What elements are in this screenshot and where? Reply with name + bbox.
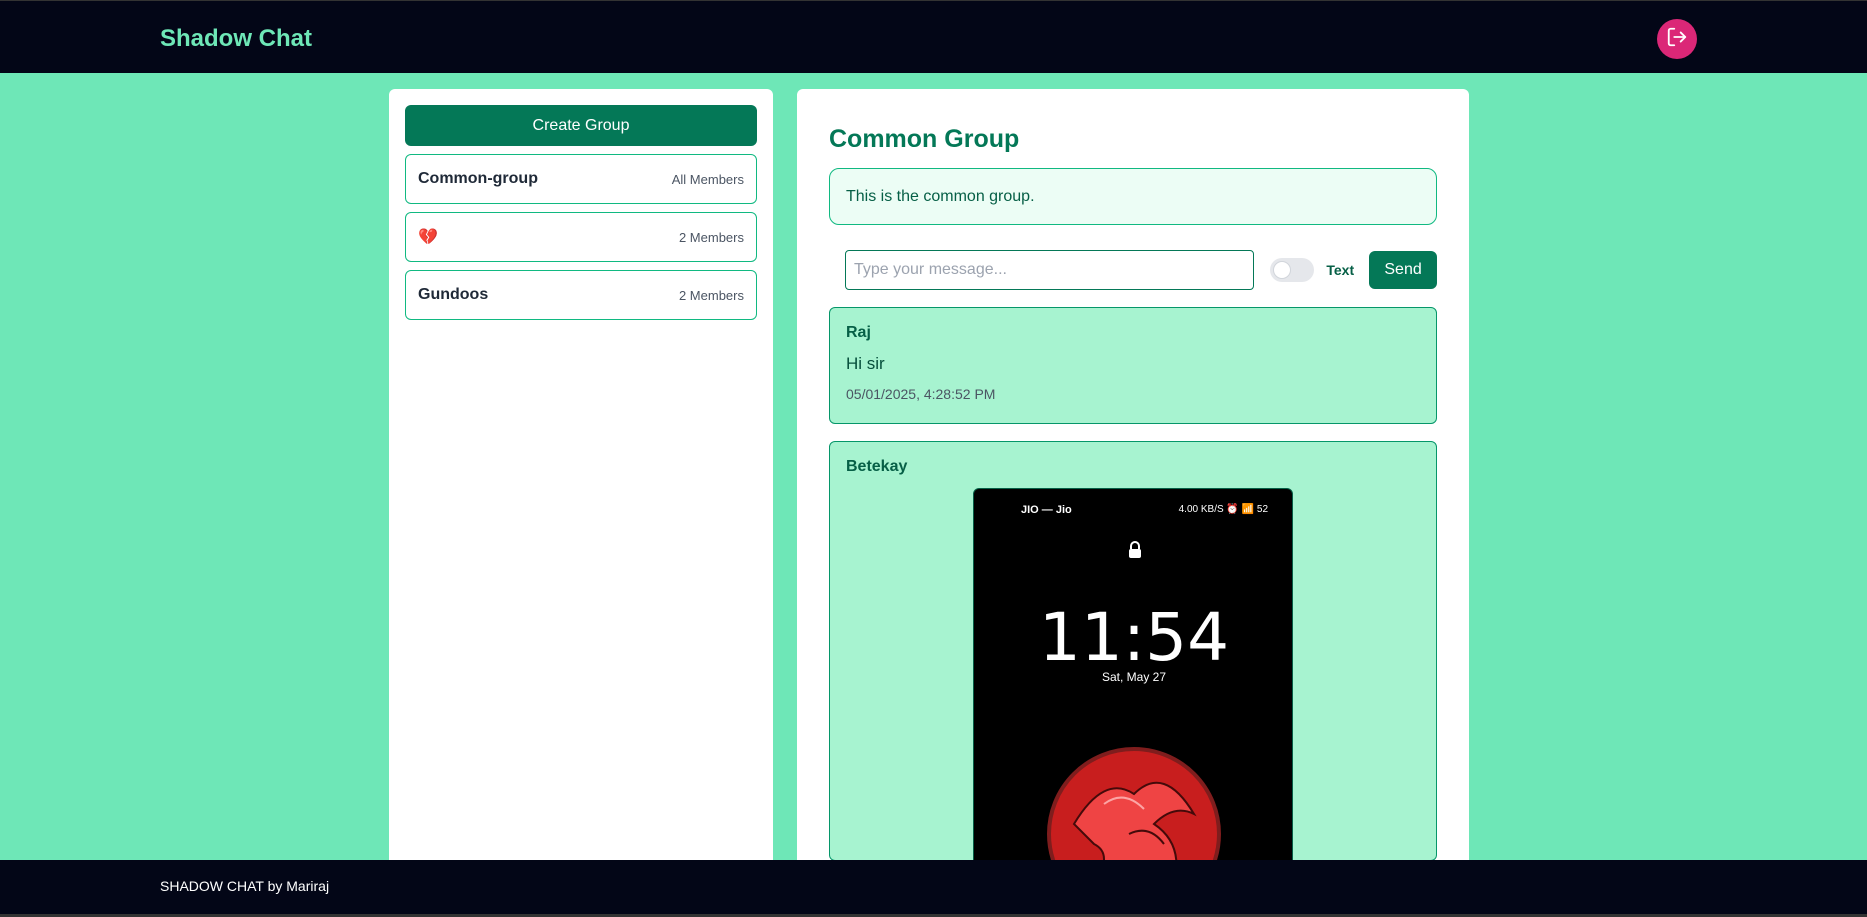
message-item: Betekay JIO — Jio 4.00 KB/S ⏰ 📶 52 11:54… [829, 441, 1437, 860]
message-image[interactable]: JIO — Jio 4.00 KB/S ⏰ 📶 52 11:54 Sat, Ma… [973, 488, 1293, 860]
dragon-sigil-image [1034, 734, 1234, 860]
phone-clock: 11:54 [1038, 599, 1230, 676]
phone-date: Sat, May 27 [1101, 670, 1167, 684]
group-name: Common-group [418, 170, 538, 187]
message-item: Raj Hi sir 05/01/2025, 4:28:52 PM [829, 307, 1437, 424]
chat-title: Common Group [829, 125, 1020, 153]
footer: SHADOW CHAT by Mariraj [0, 860, 1867, 917]
footer-credit: SHADOW CHAT by Mariraj [160, 878, 330, 894]
group-name: Gundoos [418, 286, 489, 303]
group-item-gundoos[interactable]: Gundoos 2 Members [405, 270, 757, 320]
message-input[interactable] [845, 250, 1255, 290]
group-name: 💔 [418, 229, 438, 246]
group-item-broken-heart[interactable]: 💔 2 Members [405, 212, 757, 262]
top-navbar: Shadow Chat [0, 0, 1867, 73]
chat-panel: Common Group This is the common group. T… [797, 89, 1469, 860]
logout-button[interactable] [1657, 19, 1697, 59]
lock-icon [1128, 541, 1142, 564]
group-description: This is the common group. [829, 168, 1437, 225]
group-member-count: All Members [671, 171, 744, 187]
toggle-knob [1273, 261, 1292, 279]
toggle-label: Text [1326, 262, 1355, 278]
message-type-toggle[interactable] [1270, 258, 1315, 282]
message-composer: Text Send [829, 250, 1438, 290]
message-sender: Betekay [846, 458, 908, 475]
logout-icon [1666, 26, 1688, 53]
phone-carrier-text: JIO — Jio [1021, 504, 1072, 516]
group-member-count: 2 Members [678, 229, 744, 245]
message-timestamp: 05/01/2025, 4:28:52 PM [846, 386, 996, 402]
create-group-button[interactable]: Create Group [405, 105, 757, 146]
groups-sidebar: Create Group Common-group All Members 💔 … [389, 89, 773, 860]
send-button[interactable]: Send [1369, 251, 1438, 289]
group-member-count: 2 Members [678, 287, 744, 303]
message-sender: Raj [846, 324, 871, 341]
app-title: Shadow Chat [160, 25, 313, 52]
message-text: Hi sir [846, 354, 885, 373]
phone-status-icons: 4.00 KB/S ⏰ 📶 52 [1178, 504, 1268, 515]
group-item-common[interactable]: Common-group All Members [405, 154, 757, 204]
